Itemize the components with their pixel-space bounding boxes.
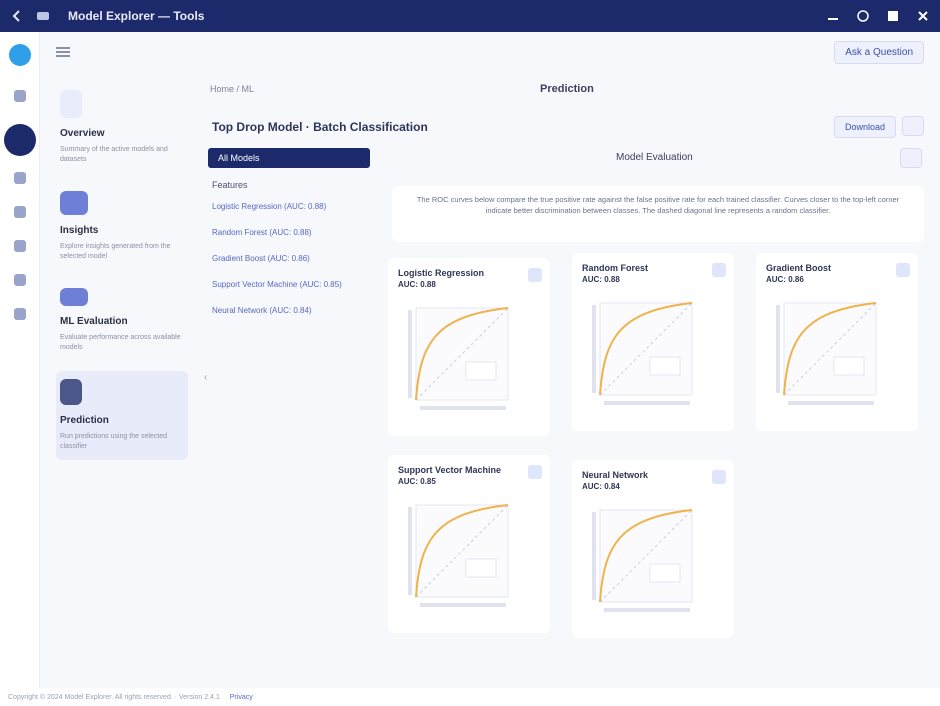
menu-icon[interactable] <box>56 47 70 57</box>
robot-icon <box>60 379 82 405</box>
folder-icon[interactable] <box>13 206 26 218</box>
card-menu-icon[interactable] <box>528 465 542 479</box>
close-icon[interactable] <box>916 9 930 23</box>
roc-card: Logistic Regression AUC: 0.88 <box>388 258 550 436</box>
app-desc: Run predictions using the selected class… <box>60 433 168 450</box>
model-link[interactable]: Support Vector Machine (AUC: 0.85) <box>212 280 370 289</box>
maximize-icon[interactable] <box>886 9 900 23</box>
card-title: Support Vector Machine <box>398 465 502 475</box>
legend-box <box>649 563 681 583</box>
card-subtitle: AUC: 0.88 <box>398 280 436 289</box>
card-menu-icon[interactable] <box>712 263 726 277</box>
ask-question-button[interactable]: Ask a Question <box>834 40 924 64</box>
title-bar: Model Explorer — Tools <box>0 0 940 32</box>
lightbulb-icon <box>60 90 82 118</box>
features-label: Features <box>212 180 248 190</box>
app-icon <box>36 9 50 23</box>
description-box: The ROC curves below compare the true po… <box>392 186 924 242</box>
footer-link[interactable]: Privacy <box>230 694 253 701</box>
app-name: Prediction <box>60 415 109 426</box>
card-menu-icon[interactable] <box>712 470 726 484</box>
breadcrumb[interactable]: Home / ML <box>210 84 254 94</box>
card-title: Logistic Regression <box>398 268 485 278</box>
back-icon[interactable] <box>10 9 24 23</box>
legend-box <box>649 356 681 376</box>
home-icon[interactable] <box>13 90 26 102</box>
page-actions: Download <box>833 116 924 138</box>
app-name: Overview <box>60 128 105 139</box>
card-subtitle: AUC: 0.88 <box>582 275 620 284</box>
app-desc: Summary of the active models and dataset… <box>60 146 168 163</box>
model-dropdown[interactable]: All Models <box>208 148 370 168</box>
legend-box <box>465 558 497 578</box>
user-icon[interactable] <box>13 308 26 320</box>
card-title: Random Forest <box>582 263 649 273</box>
app-list: Overview Summary of the active models an… <box>40 72 196 692</box>
roc-chart <box>408 504 509 607</box>
page-heading: Prediction <box>540 83 594 95</box>
download-button[interactable]: Download <box>833 116 896 138</box>
app-card-overview[interactable]: Overview Summary of the active models an… <box>56 82 188 173</box>
footer-text: Copyright © 2024 Model Explorer. All rig… <box>8 693 220 701</box>
app-desc: Explore insights generated from the sele… <box>60 243 171 260</box>
card-title: Gradient Boost <box>766 263 832 273</box>
settings-icon[interactable] <box>13 274 26 286</box>
roc-chart <box>592 509 693 612</box>
more-options-button[interactable] <box>902 116 924 136</box>
roc-card: Gradient Boost AUC: 0.86 <box>756 253 918 431</box>
app-card-ml-evaluation[interactable]: ML Evaluation Evaluate performance acros… <box>56 280 188 361</box>
logo-icon <box>8 44 31 66</box>
roc-chart <box>592 302 693 405</box>
search-icon[interactable] <box>13 172 26 184</box>
roc-card: Random Forest AUC: 0.88 <box>572 253 734 431</box>
roc-card: Neural Network AUC: 0.84 <box>572 460 734 638</box>
card-subtitle: AUC: 0.85 <box>398 477 436 486</box>
detail-title: Model Evaluation <box>616 152 693 163</box>
card-subtitle: AUC: 0.86 <box>766 275 804 284</box>
monitor-icon <box>60 288 88 306</box>
app-card-prediction[interactable]: Prediction Run predictions using the sel… <box>56 371 188 460</box>
footer: Copyright © 2024 Model Explorer. All rig… <box>0 688 940 706</box>
model-link[interactable]: Neural Network (AUC: 0.84) <box>212 306 370 315</box>
model-link[interactable]: Logistic Regression (AUC: 0.88) <box>212 202 370 211</box>
cloud-icon <box>60 191 88 215</box>
model-link[interactable]: Gradient Boost (AUC: 0.86) <box>212 254 370 263</box>
apps-icon[interactable] <box>3 124 36 156</box>
card-subtitle: AUC: 0.84 <box>582 482 620 491</box>
window-title: Model Explorer — Tools <box>68 9 205 23</box>
sub-header: Ask a Question <box>40 32 940 72</box>
model-link[interactable]: Random Forest (AUC: 0.88) <box>212 228 370 237</box>
roc-card: Support Vector Machine AUC: 0.85 <box>388 455 550 633</box>
minimize-icon[interactable] <box>826 9 840 23</box>
card-title: Neural Network <box>582 470 649 480</box>
legend-box <box>465 361 497 381</box>
page-title: Top Drop Model · Batch Classification <box>212 120 428 134</box>
card-menu-icon[interactable] <box>528 268 542 282</box>
nav-rail <box>0 32 40 706</box>
roc-chart <box>776 302 877 405</box>
legend-box <box>833 356 865 376</box>
app-card-insights[interactable]: Insights Explore insights generated from… <box>56 183 188 270</box>
app-name: Insights <box>60 225 99 236</box>
roc-chart <box>408 307 509 410</box>
help-icon[interactable] <box>856 9 870 23</box>
chart-icon[interactable] <box>13 240 26 252</box>
expand-button[interactable] <box>900 148 922 168</box>
app-name: ML Evaluation <box>60 316 128 327</box>
app-desc: Evaluate performance across available mo… <box>60 334 181 351</box>
card-menu-icon[interactable] <box>896 263 910 277</box>
model-selector: All Models Features Logistic Regression … <box>208 148 370 332</box>
collapse-icon[interactable]: ‹ <box>204 372 207 383</box>
